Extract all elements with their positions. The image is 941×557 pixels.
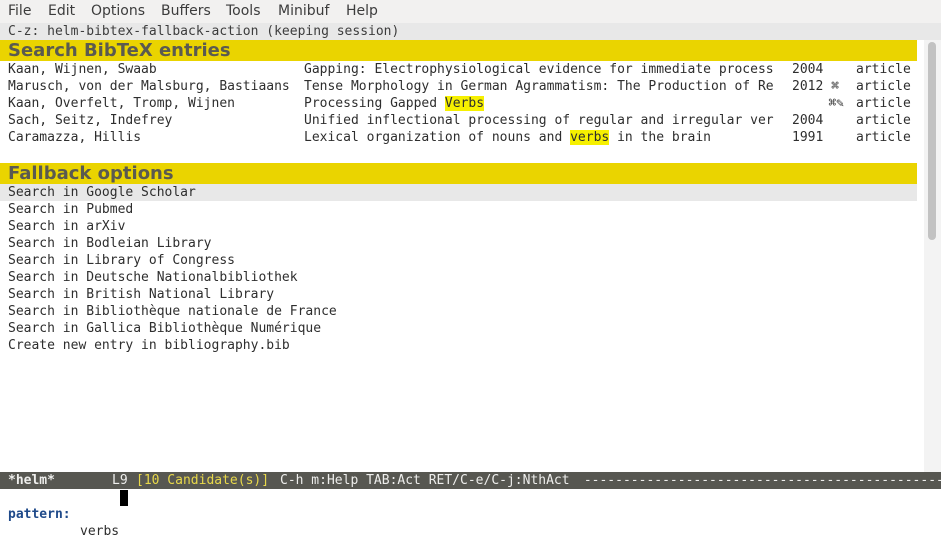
entry-type: article [856, 130, 911, 145]
entry-title: Processing Gapped Verbs [304, 95, 788, 112]
modeline-help-keys: C-h m:Help TAB:Act RET/C-e/C-j:NthAct [280, 473, 570, 488]
entry-type: article [856, 62, 911, 77]
entry-title: Unified inflectional processing of regul… [304, 113, 774, 128]
entry-title-text: Lexical organization of nouns and [304, 130, 571, 145]
fallback-item-british-library[interactable]: Search in British National Library [0, 286, 917, 303]
menu-bar: File Edit Options Buffers Tools Minibuf … [0, 0, 941, 24]
entry-title: Lexical organization of nouns and verbs … [304, 129, 788, 146]
entry-title: Gapping: Electrophysiological evidence f… [304, 62, 774, 77]
fallback-item-label: Search in Deutsche Nationalbibliothek [8, 270, 298, 285]
bibtex-entry-row[interactable]: Kaan, Overfelt, Tromp, Wijnen Processing… [0, 95, 917, 112]
entry-year: 2004 [792, 62, 824, 77]
entry-author: Kaan, Wijnen, Swaab [8, 62, 157, 77]
entry-type: article [856, 113, 911, 128]
modeline-line-number: L9 [112, 473, 128, 488]
pattern-input[interactable]: verbs [80, 523, 119, 540]
entry-title: Tense Morphology in German Agrammatism: … [304, 79, 774, 94]
fallback-item-label: Search in Library of Congress [8, 253, 235, 268]
entry-icons: ⌘✎ [828, 96, 844, 111]
menu-options[interactable]: Options [91, 3, 145, 20]
minibuffer[interactable]: pattern: verbs [0, 489, 941, 539]
scrollbar-thumb[interactable] [928, 42, 936, 240]
menu-edit[interactable]: Edit [48, 3, 75, 20]
entry-title-text: in the brain [609, 130, 711, 145]
fallback-item-create-entry[interactable]: Create new entry in bibliography.bib [0, 337, 917, 354]
bibtex-entry-row[interactable]: Sach, Seitz, Indefrey Unified inflection… [0, 112, 917, 129]
bibtex-source-header: Search BibTeX entries [0, 40, 917, 61]
fallback-item-library-of-congress[interactable]: Search in Library of Congress [0, 252, 917, 269]
text-cursor [120, 490, 128, 506]
bibtex-entry-row[interactable]: Caramazza, Hillis Lexical organization o… [0, 129, 917, 146]
menu-help[interactable]: Help [346, 3, 378, 20]
fallback-item-gallica[interactable]: Search in Gallica Bibliothèque Numérique [0, 320, 917, 337]
fallback-item-label: Search in Pubmed [8, 202, 134, 217]
menu-buffers[interactable]: Buffers [161, 3, 211, 20]
fallback-item-label: Search in Gallica Bibliothèque Numérique [8, 321, 322, 336]
minibuffer-prompt: pattern: [8, 507, 71, 522]
fallback-item-label: Search in Bodleian Library [8, 236, 212, 251]
fallback-item-bodleian[interactable]: Search in Bodleian Library [0, 235, 917, 252]
fallback-item-label: Search in British National Library [8, 287, 275, 302]
bibtex-entry-row[interactable]: Marusch, von der Malsburg, Bastiaans Ten… [0, 78, 917, 95]
fallback-item-label: Search in Bibliothèque nationale de Fran… [8, 304, 337, 319]
entry-year: 1991 [792, 130, 824, 145]
fallback-item-label: Search in Google Scholar [8, 185, 196, 200]
entry-year: 2012 ⌘ [792, 79, 839, 94]
entry-author: Marusch, von der Malsburg, Bastiaans [8, 79, 290, 94]
entry-type: article [856, 96, 911, 111]
fallback-item-dnb[interactable]: Search in Deutsche Nationalbibliothek [0, 269, 917, 286]
menu-minibuf[interactable]: Minibuf [278, 3, 329, 20]
entry-title-text: Processing Gapped [304, 96, 445, 111]
match-highlight: verbs [570, 130, 610, 145]
entry-author: Sach, Seitz, Indefrey [8, 113, 173, 128]
fallback-item-label: Create new entry in bibliography.bib [8, 338, 290, 353]
fallback-source-header: Fallback options [0, 163, 917, 184]
match-highlight: Verbs [444, 96, 485, 111]
fallback-item-google-scholar[interactable]: Search in Google Scholar [0, 184, 917, 201]
helm-header-line: C-z: helm-bibtex-fallback-action (keepin… [0, 23, 941, 40]
mode-line: *helm* L9 [10 Candidate(s)] C-h m:Help T… [0, 472, 941, 489]
entry-type: article [856, 79, 911, 94]
fallback-item-arxiv[interactable]: Search in arXiv [0, 218, 917, 235]
fallback-item-pubmed[interactable]: Search in Pubmed [0, 201, 917, 218]
entry-author: Caramazza, Hillis [8, 130, 142, 145]
bibtex-entry-row[interactable]: Kaan, Wijnen, Swaab Gapping: Electrophys… [0, 61, 917, 78]
fallback-item-label: Search in arXiv [8, 219, 126, 234]
vertical-scrollbar[interactable] [924, 40, 941, 472]
entry-year: 2004 [792, 113, 824, 128]
modeline-candidate-count: [10 Candidate(s)] [136, 473, 270, 488]
menu-tools[interactable]: Tools [226, 3, 261, 20]
modeline-buffer-name: *helm* [8, 473, 55, 488]
fallback-item-bnf[interactable]: Search in Bibliothèque nationale de Fran… [0, 303, 917, 320]
entry-author: Kaan, Overfelt, Tromp, Wijnen [8, 96, 235, 111]
modeline-dashes: ----------------------------------------… [583, 473, 941, 488]
menu-file[interactable]: File [8, 3, 31, 20]
